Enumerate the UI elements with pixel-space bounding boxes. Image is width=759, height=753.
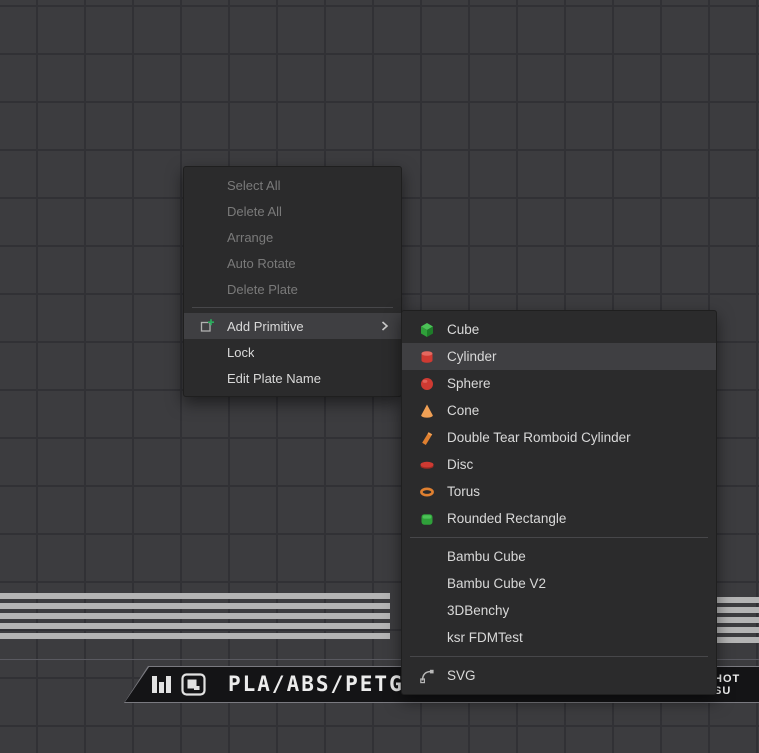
menu-item-bambu-cube-v2[interactable]: Bambu Cube V2 xyxy=(402,570,716,597)
icon-spacer xyxy=(198,229,215,246)
plate-logo-icon xyxy=(151,674,173,700)
torus-icon xyxy=(418,483,435,500)
double-tear-romboid-cylinder-icon xyxy=(418,429,435,446)
menu-item-label: Edit Plate Name xyxy=(227,371,321,386)
sphere-icon xyxy=(418,375,435,392)
menu-item-label: 3DBenchy xyxy=(447,603,509,618)
menu-item-label: Disc xyxy=(447,457,473,472)
menu-item-label: Auto Rotate xyxy=(227,256,296,271)
icon-spacer xyxy=(198,255,215,272)
menu-item-select-all: Select All xyxy=(184,172,401,198)
menu-item-label: Sphere xyxy=(447,376,491,391)
menu-item-sphere[interactable]: Sphere xyxy=(402,370,716,397)
context-menu: Select All Delete All Arrange Auto Rotate De… xyxy=(183,166,402,397)
icon-spacer xyxy=(418,602,435,619)
menu-item-label: ksr FDMTest xyxy=(447,630,523,645)
cube-icon xyxy=(418,321,435,338)
menu-item-label: Delete Plate xyxy=(227,282,298,297)
menu-item-rounded-rectangle[interactable]: Rounded Rectangle xyxy=(402,505,716,532)
primitive-submenu: Cube Cylinder Sphere Cone Double Tear Romboi… xyxy=(401,310,717,695)
plate-material-label: PLA/ABS/PETG xyxy=(228,666,404,703)
menu-item-arrange: Arrange xyxy=(184,224,401,250)
menu-item-label: Cylinder xyxy=(447,349,497,364)
menu-item-label: Torus xyxy=(447,484,480,499)
icon-spacer xyxy=(198,344,215,361)
menu-item-ksr-fdmtest[interactable]: ksr FDMTest xyxy=(402,624,716,651)
cylinder-icon xyxy=(418,348,435,365)
menu-item-add-primitive[interactable]: Add Primitive xyxy=(184,313,401,339)
warning-line-1: HOT xyxy=(714,673,740,685)
menu-separator xyxy=(410,537,708,538)
menu-item-label: SVG xyxy=(447,668,476,683)
menu-item-svg[interactable]: SVG xyxy=(402,662,716,689)
menu-item-delete-all: Delete All xyxy=(184,198,401,224)
menu-item-label: Add Primitive xyxy=(227,319,304,334)
menu-item-auto-rotate: Auto Rotate xyxy=(184,250,401,276)
menu-item-delete-plate: Delete Plate xyxy=(184,276,401,302)
menu-item-label: Rounded Rectangle xyxy=(447,511,566,526)
menu-item-label: Cone xyxy=(447,403,479,418)
menu-item-label: Arrange xyxy=(227,230,273,245)
svg-icon xyxy=(418,667,435,684)
menu-item-label: Double Tear Romboid Cylinder xyxy=(447,430,631,445)
menu-separator xyxy=(410,656,708,657)
plate-stripes-left xyxy=(0,593,390,641)
submenu-arrow-icon xyxy=(381,320,389,332)
cone-icon xyxy=(418,402,435,419)
menu-item-label: Select All xyxy=(227,178,280,193)
icon-spacer xyxy=(418,629,435,646)
icon-spacer xyxy=(198,177,215,194)
menu-item-3dbenchy[interactable]: 3DBenchy xyxy=(402,597,716,624)
menu-item-double-tear-romboid-cylinder[interactable]: Double Tear Romboid Cylinder xyxy=(402,424,716,451)
menu-item-label: Delete All xyxy=(227,204,282,219)
plate-badge-icon xyxy=(181,673,206,701)
icon-spacer xyxy=(198,281,215,298)
menu-item-label: Cube xyxy=(447,322,479,337)
add-primitive-icon xyxy=(198,318,215,335)
icon-spacer xyxy=(198,370,215,387)
menu-item-label: Lock xyxy=(227,345,254,360)
disc-icon xyxy=(418,456,435,473)
icon-spacer xyxy=(198,203,215,220)
menu-separator xyxy=(192,307,393,308)
menu-item-bambu-cube[interactable]: Bambu Cube xyxy=(402,543,716,570)
menu-item-cylinder[interactable]: Cylinder xyxy=(402,343,716,370)
menu-item-cone[interactable]: Cone xyxy=(402,397,716,424)
hot-surface-warning-text: HOT SU xyxy=(714,673,740,697)
menu-item-disc[interactable]: Disc xyxy=(402,451,716,478)
menu-item-lock[interactable]: Lock xyxy=(184,339,401,365)
menu-item-edit-plate-name[interactable]: Edit Plate Name xyxy=(184,365,401,391)
menu-item-label: Bambu Cube xyxy=(447,549,526,564)
icon-spacer xyxy=(418,548,435,565)
menu-item-label: Bambu Cube V2 xyxy=(447,576,546,591)
rounded-rectangle-icon xyxy=(418,510,435,527)
menu-item-cube[interactable]: Cube xyxy=(402,316,716,343)
icon-spacer xyxy=(418,575,435,592)
menu-item-torus[interactable]: Torus xyxy=(402,478,716,505)
